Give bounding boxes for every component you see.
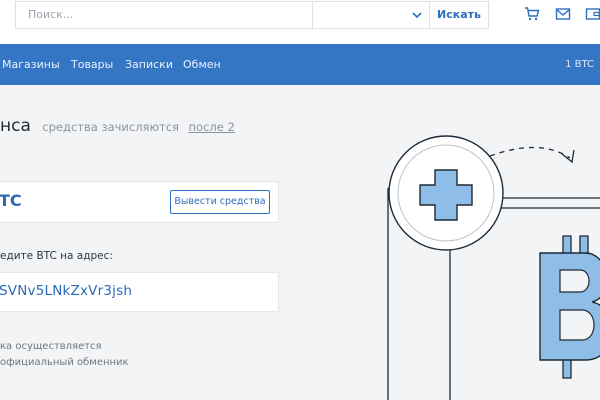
page-title-text: нса bbox=[0, 116, 31, 136]
dashed-arrow-icon bbox=[489, 146, 571, 159]
search-button[interactable]: Искать bbox=[430, 1, 489, 29]
nav-item-shops[interactable]: Магазины bbox=[2, 44, 60, 85]
wallet-icon[interactable] bbox=[585, 6, 600, 22]
btc-address[interactable]: SVNv5LNkZxVr3jsh bbox=[0, 283, 132, 299]
main-nav: Магазины Товары Записки Обмен 1 BTC bbox=[0, 44, 600, 85]
deposit-illustration bbox=[387, 135, 600, 400]
confirmations-link[interactable]: после 2 bbox=[189, 120, 235, 134]
top-bar: Поиск... Искать bbox=[0, 0, 600, 44]
category-select[interactable] bbox=[312, 1, 430, 29]
page-title: нса средства зачисляются после 2 bbox=[0, 116, 235, 136]
chevron-down-icon bbox=[412, 12, 422, 19]
balance-value: TC bbox=[0, 191, 22, 210]
address-label: едите BTC на адрес: bbox=[0, 250, 113, 262]
btc-balance-display: 1 BTC bbox=[565, 59, 594, 70]
search-input[interactable]: Поиск... bbox=[15, 1, 312, 29]
page-subtitle: средства зачисляются bbox=[42, 120, 180, 134]
mail-icon[interactable] bbox=[555, 6, 571, 22]
note-line-2: официальный обменник bbox=[0, 357, 129, 368]
nav-item-exchange[interactable]: Обмен bbox=[183, 44, 221, 85]
nav-item-notes[interactable]: Записки bbox=[125, 44, 173, 85]
note-line-1: ка осуществляется bbox=[0, 341, 102, 352]
address-card: SVNv5LNkZxVr3jsh bbox=[0, 272, 279, 312]
nav-item-goods[interactable]: Товары bbox=[71, 44, 113, 85]
bitcoin-icon bbox=[539, 235, 600, 379]
cart-icon[interactable] bbox=[524, 6, 540, 22]
withdraw-button[interactable]: Вывести средства bbox=[170, 190, 270, 214]
balance-card: TC Вывести средства bbox=[0, 181, 279, 223]
